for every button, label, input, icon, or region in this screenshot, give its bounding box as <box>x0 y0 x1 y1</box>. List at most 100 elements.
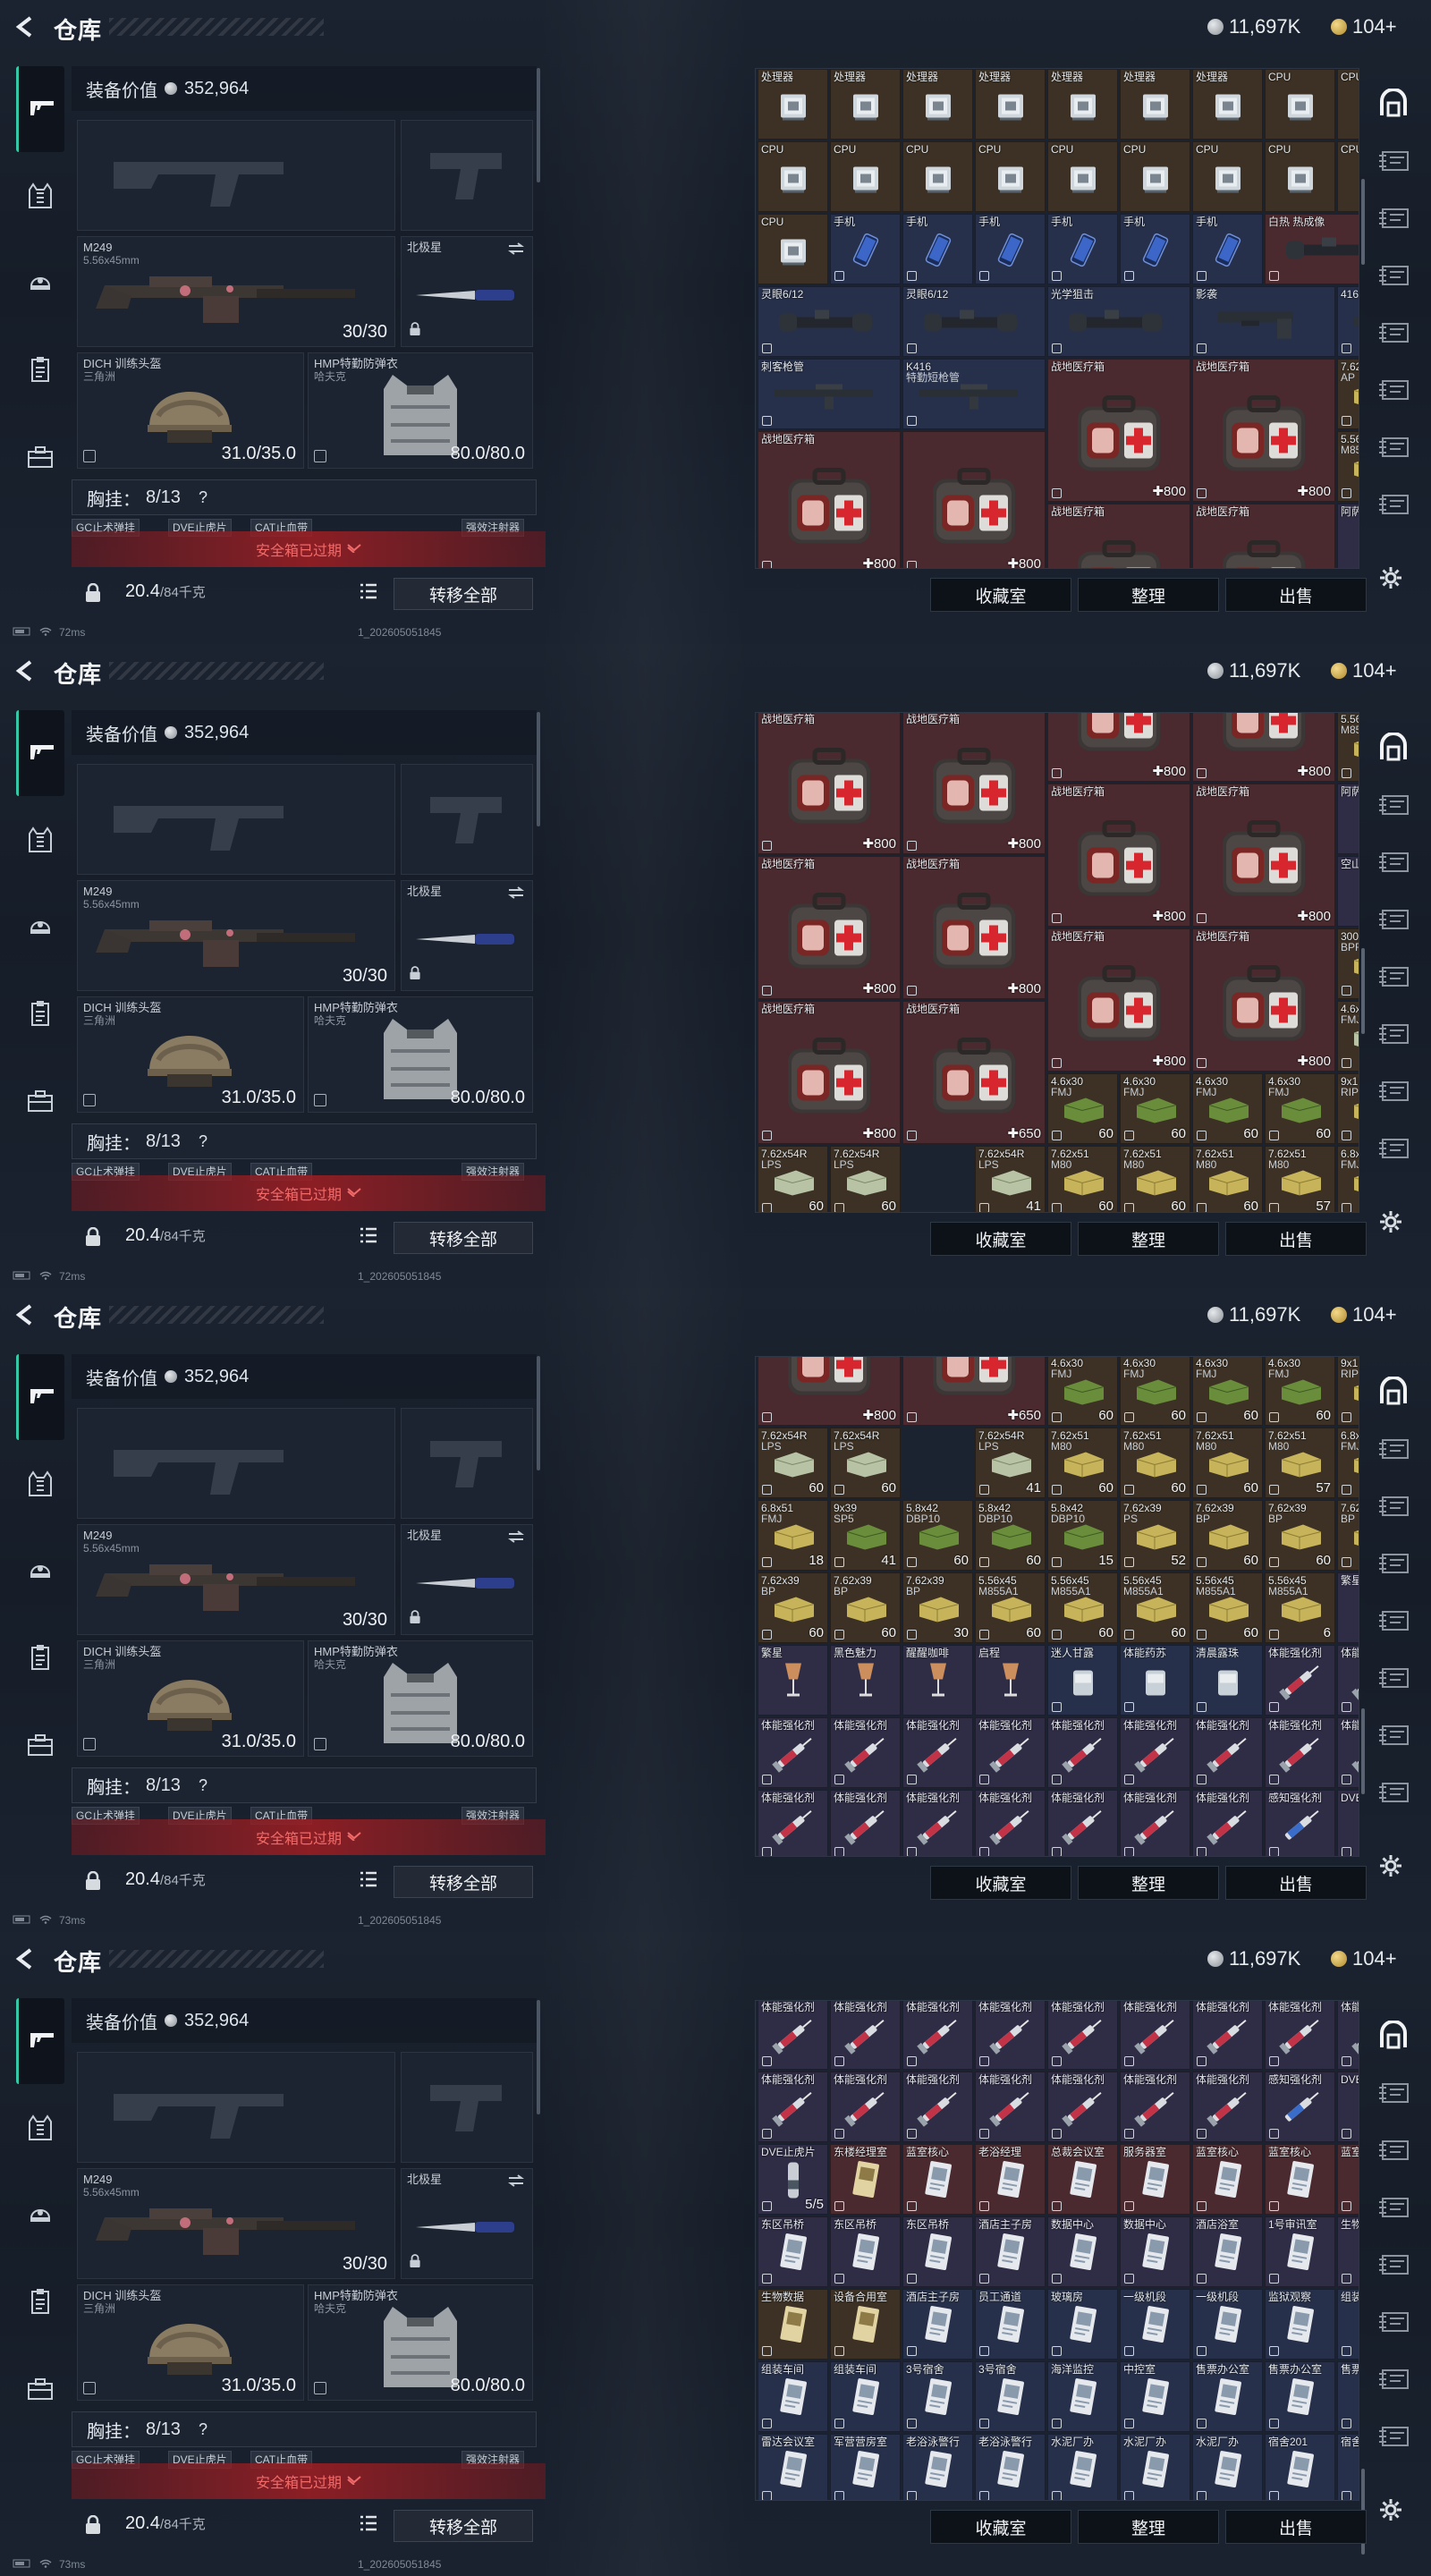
storage-item[interactable]: 9x19RIP51 <box>1337 1073 1359 1144</box>
storage-item[interactable]: 阿萨拉风情 <box>1337 504 1359 568</box>
storage-item[interactable]: ✚650 <box>902 1357 1046 1426</box>
storage-item[interactable]: 体能强化剂 <box>1120 1717 1190 1788</box>
nav-case[interactable] <box>16 2367 64 2415</box>
storage-item[interactable]: 4.6x30FMJ60 <box>1047 1073 1118 1144</box>
storage-item[interactable]: 416伸缩 <box>1337 286 1359 357</box>
tab-storage-7[interactable] <box>1374 487 1413 526</box>
chest-rig-row[interactable]: 胸挂： 8/13? <box>72 1767 537 1803</box>
storage-item[interactable]: 员工通道 <box>975 2289 1046 2360</box>
storage-item[interactable]: 组装车间 <box>830 2361 901 2432</box>
nav-vest[interactable] <box>16 2106 64 2154</box>
storage-item[interactable]: 空山灵雨 <box>1337 856 1359 927</box>
storage-item[interactable]: 300 Bla...BPFMJ56 <box>1337 928 1359 999</box>
safe-box-expired-banner[interactable]: 安全箱已过期 <box>72 1175 546 1211</box>
storage-item[interactable]: 7.62x54R LPS 41 <box>975 1428 1046 1498</box>
storage-item[interactable]: 手机 <box>830 214 901 284</box>
storage-item[interactable]: CPU <box>758 141 828 212</box>
loadout-scrollbar[interactable] <box>537 68 540 182</box>
sell-button[interactable]: 出售 <box>1225 2510 1367 2544</box>
tab-storage-4[interactable] <box>1374 1603 1413 1642</box>
storage-item[interactable]: 监狱观察 <box>1265 2289 1335 2360</box>
nav-gun[interactable] <box>16 66 64 152</box>
storage-item[interactable]: K416 特勤短枪管 <box>902 359 1046 429</box>
storage-item[interactable]: 繁星 <box>1337 1572 1359 1643</box>
storage-item[interactable]: 售票办公室 <box>1265 2361 1335 2432</box>
secondary-weapon-slot[interactable] <box>77 120 395 231</box>
nav-vest[interactable] <box>16 1462 64 1510</box>
storage-item[interactable]: 7.62x39 BP 30 <box>902 1572 973 1643</box>
nav-gun[interactable] <box>16 710 64 796</box>
storage-item[interactable]: ✚800 <box>1047 713 1190 782</box>
swap-icon[interactable] <box>507 886 525 903</box>
storage-item[interactable]: 体能强化剂 <box>758 1790 828 1856</box>
primary-weapon-slot[interactable]: M249 5.56x45mm 30/30 <box>77 880 395 991</box>
storage-item[interactable]: 5.56x45 M855A1 60 <box>1192 1572 1263 1643</box>
sort-button[interactable]: 整理 <box>1078 578 1219 612</box>
collect-button[interactable]: 收藏室 <box>930 1866 1071 1900</box>
storage-item[interactable]: 3号宿舍 <box>975 2361 1046 2432</box>
collect-button[interactable]: 收藏室 <box>930 578 1071 612</box>
safe-box-expired-banner[interactable]: 安全箱已过期 <box>72 2463 546 2499</box>
storage-item[interactable]: CPU <box>1192 141 1263 212</box>
storage-item[interactable]: CPU <box>1337 141 1359 212</box>
storage-item[interactable]: 一级机段 <box>1120 2289 1190 2360</box>
primary-weapon-slot[interactable]: M249 5.56x45mm 30/30 <box>77 2168 395 2279</box>
storage-item[interactable]: DVE止虎片5/5 <box>1337 2072 1359 2142</box>
storage-item[interactable]: 7.62x39AP22 <box>1337 359 1359 429</box>
lock-icon[interactable] <box>84 582 102 607</box>
sort-button[interactable]: 整理 <box>1078 1866 1219 1900</box>
storage-item[interactable]: 5.56x45 M855A1 60 <box>975 1572 1046 1643</box>
storage-item[interactable]: 4.6x30FMJ60 <box>1337 1001 1359 1072</box>
storage-item[interactable]: 体能强化剂 <box>1120 2072 1190 2142</box>
storage-item[interactable]: 体能强化剂 <box>830 1717 901 1788</box>
storage-item[interactable]: 处理器 <box>902 69 973 140</box>
storage-item[interactable]: 体能强化剂 <box>902 1790 973 1856</box>
tab-storage-3[interactable] <box>1374 258 1413 297</box>
gear-icon[interactable] <box>1378 1853 1403 1883</box>
pistol-slot[interactable] <box>401 764 533 875</box>
storage-item[interactable]: 体能强化剂 <box>902 2001 973 2070</box>
storage-item[interactable]: 4.6x30FMJ60 <box>1120 1073 1190 1144</box>
storage-item[interactable]: CPU <box>1265 141 1335 212</box>
pistol-slot[interactable] <box>401 2052 533 2163</box>
nav-clipboard[interactable] <box>16 991 64 1039</box>
storage-item[interactable]: 东区吊桥 <box>830 2216 901 2287</box>
storage-item[interactable]: 东楼经理室 <box>830 2144 901 2215</box>
help-icon[interactable]: ? <box>199 2420 207 2439</box>
tab-storage-1[interactable] <box>1374 1431 1413 1470</box>
storage-item[interactable]: 老浴泳警行 <box>902 2434 973 2500</box>
back-button[interactable] <box>13 14 38 39</box>
tab-storage-2[interactable] <box>1374 844 1413 884</box>
nav-helmet[interactable] <box>16 2191 64 2240</box>
storage-item[interactable]: 体能强化剂 <box>1337 2001 1359 2070</box>
storage-scrollbar[interactable] <box>1361 1708 1365 1794</box>
storage-item[interactable]: 体能强化剂 <box>1120 2001 1190 2070</box>
transfer-all-button[interactable]: 转移全部 <box>394 1222 533 1254</box>
nav-clipboard[interactable] <box>16 2279 64 2327</box>
tab-all[interactable] <box>1374 86 1413 125</box>
storage-item[interactable]: 老浴经理 <box>975 2144 1046 2215</box>
storage-item[interactable]: 刺客枪管 <box>758 359 901 429</box>
storage-item[interactable]: 战地医疗箱 ✚800 <box>902 713 1046 854</box>
storage-item[interactable]: 7.62x54R LPS 60 <box>830 1146 901 1212</box>
storage-item[interactable]: 处理器 <box>1192 69 1263 140</box>
gear-icon[interactable] <box>1378 2497 1403 2527</box>
storage-item[interactable]: 5.56x45 M855A1 6 <box>1265 1572 1335 1643</box>
helmet-slot[interactable]: DICH 训练头盔 三角洲 31.0/35.0 <box>77 2284 304 2401</box>
storage-item[interactable]: 5.56x45 M855A1 60 <box>1047 1572 1118 1643</box>
storage-item[interactable]: 水泥厂办 <box>1192 2434 1263 2500</box>
tab-storage-7[interactable] <box>1374 2419 1413 2458</box>
storage-item[interactable]: 战地医疗箱 ✚800 <box>1192 928 1335 1072</box>
storage-item[interactable]: 感知强化剂 <box>1265 2072 1335 2142</box>
armor-slot[interactable]: HMP特勤防弹衣 哈夫克 80.0/80.0 <box>308 996 533 1113</box>
lock-icon[interactable] <box>84 2514 102 2539</box>
tab-storage-6[interactable] <box>1374 1717 1413 1757</box>
loadout-scrollbar[interactable] <box>537 712 540 826</box>
tab-storage-6[interactable] <box>1374 2361 1413 2401</box>
storage-item[interactable]: 5.8x42 DBP10 15 <box>1047 1500 1118 1571</box>
storage-item[interactable]: 体能强化剂 <box>758 2001 828 2070</box>
nav-gun[interactable] <box>16 1354 64 1440</box>
transfer-all-button[interactable]: 转移全部 <box>394 2510 533 2542</box>
secondary-weapon-slot[interactable] <box>77 764 395 875</box>
storage-item[interactable]: 玻璃房 <box>1047 2289 1118 2360</box>
